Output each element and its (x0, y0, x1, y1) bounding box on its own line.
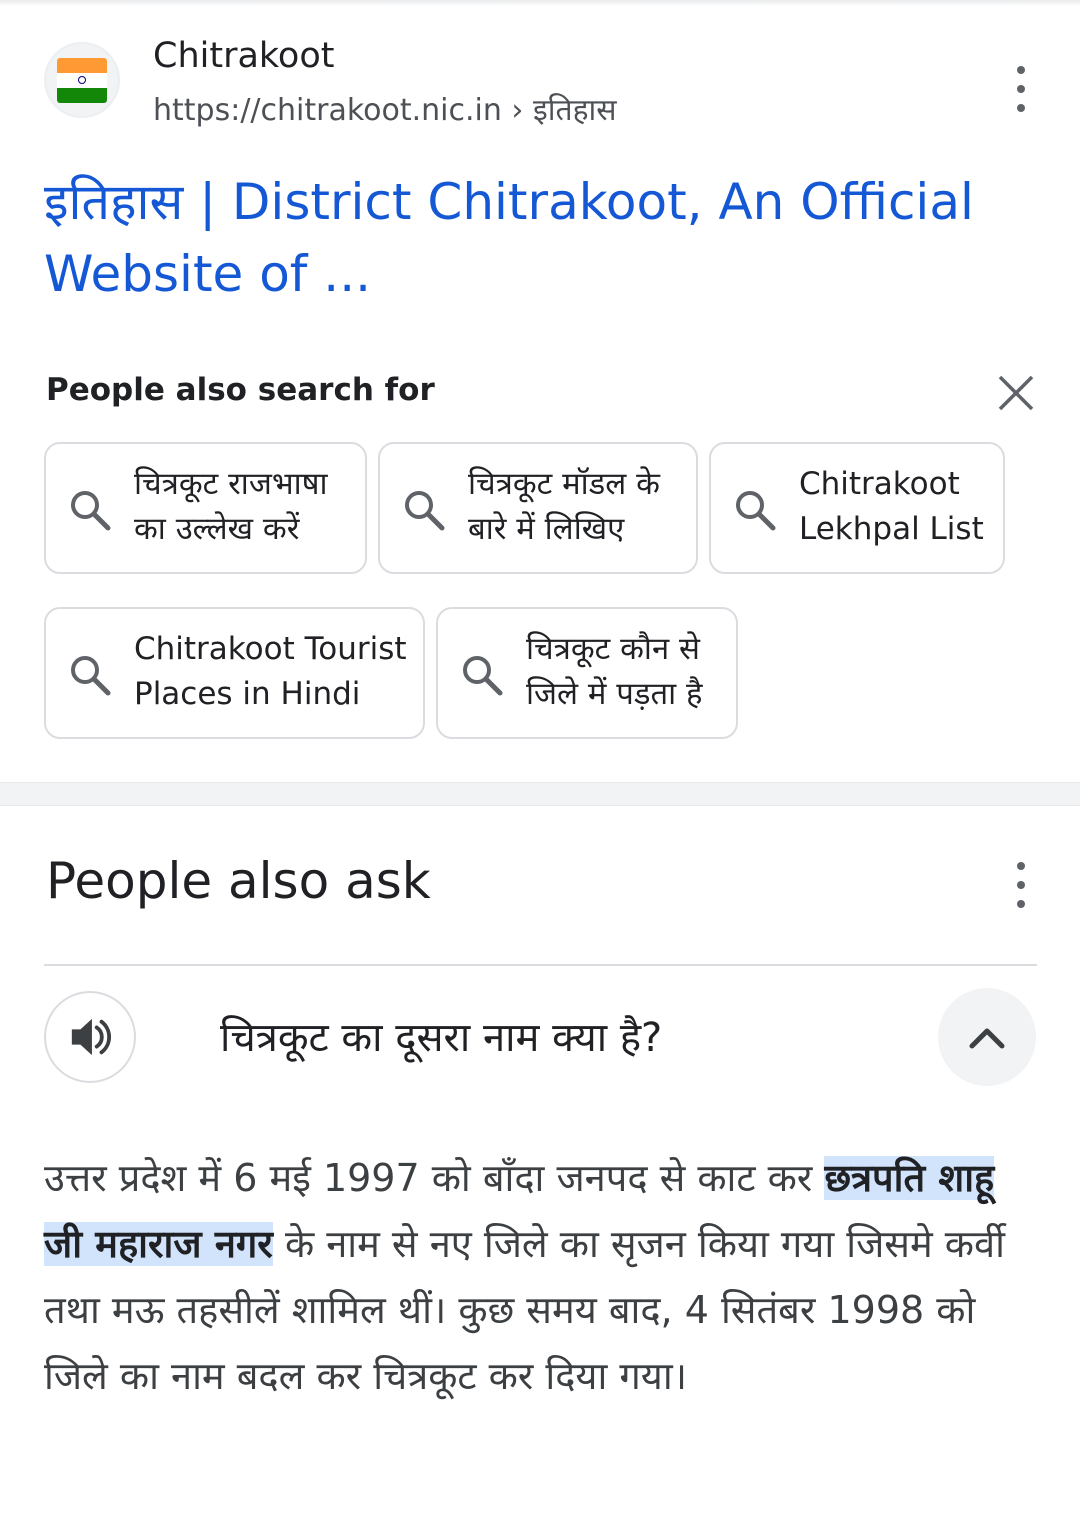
more-vert-icon[interactable] (1011, 862, 1031, 908)
related-search-chip[interactable]: Chitrakoot Lekhpal List (709, 442, 1005, 574)
divider (44, 964, 1037, 966)
chip-label: चित्रकूट कौन से जिले में पड़ता है (526, 631, 703, 712)
read-aloud-button[interactable] (44, 991, 136, 1083)
related-search-chip[interactable]: चित्रकूट मॉडल के बारे में लिखिए (378, 442, 698, 574)
chip-label: Chitrakoot Lekhpal List (799, 466, 984, 547)
answer-text: उत्तर प्रदेश में 6 मई 1997 को बाँदा जनपद… (44, 1145, 1044, 1409)
collapse-button[interactable] (938, 988, 1036, 1086)
search-icon (463, 656, 503, 696)
search-icon (71, 491, 111, 531)
chip-label: Chitrakoot Tourist Places in Hindi (134, 631, 407, 712)
more-vert-icon[interactable] (1011, 66, 1031, 112)
result-title-link[interactable]: इतिहास | District Chitrakoot, An Officia… (44, 166, 1034, 310)
chip-label: चित्रकूट मॉडल के बारे में लिखिए (468, 466, 660, 547)
answer-text-start: उत्तर प्रदेश में 6 मई 1997 को बाँदा जनपद… (44, 1156, 825, 1200)
section-divider (0, 782, 1080, 806)
related-search-chip[interactable]: चित्रकूट राजभाषा का उल्लेख करें (44, 442, 367, 574)
india-flag-icon (57, 58, 107, 103)
chevron-up-icon (969, 1028, 1005, 1049)
search-icon (405, 491, 445, 531)
site-favicon (44, 42, 120, 118)
related-search-chip[interactable]: चित्रकूट कौन से जिले में पड़ता है (436, 607, 738, 739)
question-text[interactable]: चित्रकूट का दूसरा नाम क्या है? (220, 1008, 662, 1063)
people-also-search-heading: People also search for (46, 372, 435, 408)
chip-label: चित्रकूट राजभाषा का उल्लेख करें (134, 466, 328, 547)
people-also-ask-heading: People also ask (46, 852, 431, 910)
search-icon (71, 656, 111, 696)
related-search-chip[interactable]: Chitrakoot Tourist Places in Hindi (44, 607, 425, 739)
top-edge (0, 0, 1080, 6)
search-icon (736, 491, 776, 531)
volume-icon (71, 1018, 112, 1056)
close-icon[interactable] (996, 373, 1036, 413)
site-name[interactable]: Chitrakoot (153, 36, 334, 76)
site-url[interactable]: https://chitrakoot.nic.in › इतिहास (153, 88, 617, 129)
